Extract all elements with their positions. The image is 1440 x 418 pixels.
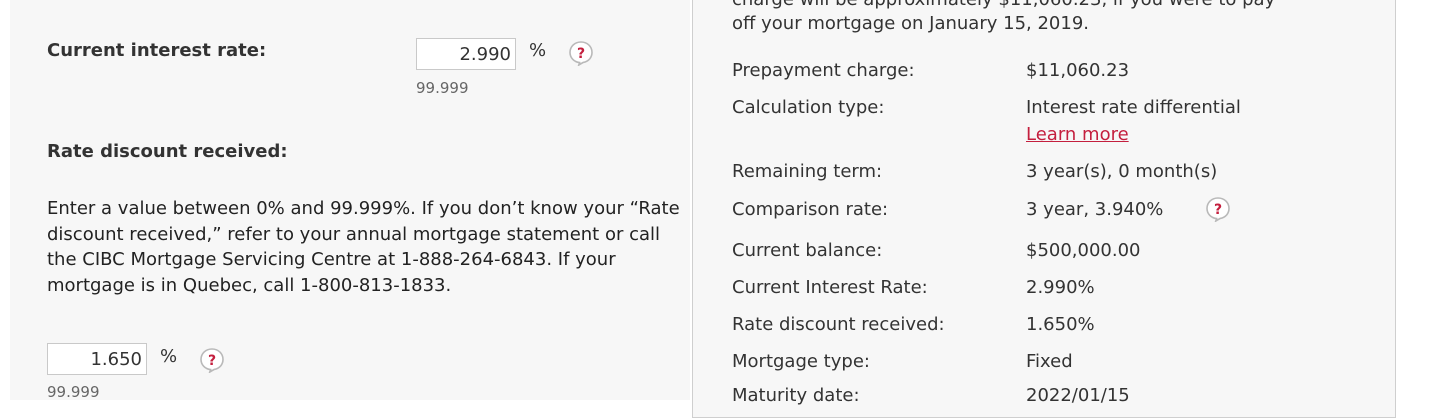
help-symbol: ? [208, 353, 216, 369]
mortgage-type-value: Fixed [1026, 351, 1073, 372]
rate-discount-received-label: Rate discount received: [732, 314, 945, 335]
help-symbol: ? [577, 46, 585, 62]
rate-discount-hint: 99.999 [47, 383, 100, 401]
rate-discount-description: Enter a value between 0% and 99.999%. If… [47, 198, 680, 296]
prepayment-charge-value: $11,060.23 [1026, 60, 1130, 81]
current-rate-unit: % [529, 40, 547, 61]
current-rate-hint: 99.999 [416, 79, 469, 97]
comparison-rate-value: 3 year, 3.940% [1026, 199, 1164, 220]
comparison-rate-label: Comparison rate: [732, 199, 889, 220]
mortgage-type-label: Mortgage type: [732, 351, 870, 372]
current-rate-input[interactable] [416, 38, 516, 70]
prepayment-charge-label: Prepayment charge: [732, 60, 915, 81]
remaining-term-value: 3 year(s), 0 month(s) [1026, 161, 1218, 182]
help-icon[interactable]: ? [568, 40, 594, 66]
current-rate-label: Current interest rate: [47, 40, 267, 61]
remaining-term-label: Remaining term: [732, 161, 883, 182]
page-margin [1418, 0, 1440, 400]
rate-discount-label: Rate discount received: [47, 141, 288, 162]
current-interest-rate-label: Current Interest Rate: [732, 277, 928, 298]
help-symbol: ? [1214, 202, 1222, 218]
current-balance-value: $500,000.00 [1026, 240, 1141, 261]
rate-discount-received-value: 1.650% [1026, 314, 1095, 335]
help-icon[interactable]: ? [1205, 196, 1231, 222]
summary-text-line-1: charge will be approximately $11,060.23,… [732, 0, 1275, 10]
maturity-date-value: 2022/01/15 [1026, 385, 1130, 406]
rate-discount-input[interactable] [47, 343, 147, 375]
current-balance-label: Current balance: [732, 240, 883, 261]
help-icon[interactable]: ? [199, 347, 225, 373]
summary-text-line-2: off your mortgage on January 15, 2019. [732, 13, 1089, 34]
learn-more-link[interactable]: Learn more [1026, 124, 1129, 145]
calculation-type-label: Calculation type: [732, 97, 885, 118]
maturity-date-label: Maturity date: [732, 385, 860, 406]
current-interest-rate-value: 2.990% [1026, 277, 1095, 298]
rate-discount-unit: % [160, 346, 178, 367]
calculation-type-value: Interest rate differential [1026, 97, 1241, 118]
